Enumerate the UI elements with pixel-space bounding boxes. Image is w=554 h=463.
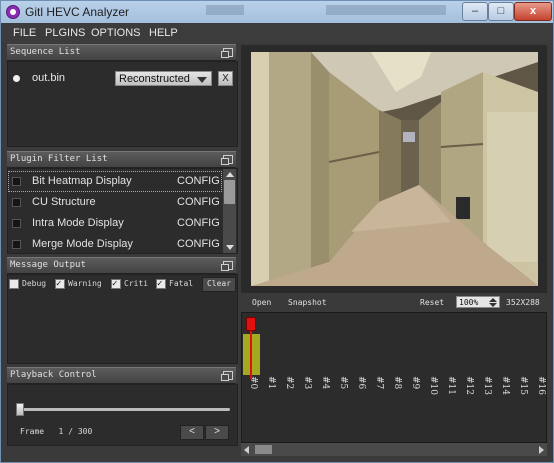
frame-slider-track[interactable] [18,408,230,411]
scrollbar-thumb[interactable] [224,180,235,204]
playback-control-body: Frame 1 / 300 < > [7,384,238,446]
total-frames: 300 [77,427,93,436]
frame-label[interactable]: #9 [410,376,420,389]
video-frame-image[interactable] [251,52,538,286]
background-window-blur [326,5,446,15]
frame-label[interactable]: #13 [482,376,492,395]
plugin-config-button[interactable]: CONFIG [177,175,220,187]
frame-label[interactable]: #11 [446,376,456,395]
prev-frame-button[interactable]: < [180,425,204,440]
scrollbar-thumb[interactable] [255,445,272,454]
spin-up-icon[interactable] [489,298,497,302]
close-button[interactable]: x [514,2,552,21]
frame-label[interactable]: #7 [374,376,384,389]
scroll-down-icon[interactable] [226,245,234,250]
message-output-header: Message Output [7,257,236,274]
plugin-checkbox[interactable] [12,177,21,186]
frame-label[interactable]: #1 [266,376,276,389]
plugin-checkbox[interactable] [12,219,21,228]
window-title: Gitl HEVC Analyzer [25,5,130,19]
background-window-blur [206,5,244,15]
title-bar[interactable]: Gitl HEVC Analyzer – □ x [1,1,553,23]
undock-icon[interactable] [221,261,233,271]
undock-icon[interactable] [221,155,233,165]
message-output-body: Debug Warning Criti Fatal Clear [7,274,238,364]
reset-zoom-button[interactable]: Reset [420,298,444,307]
playback-control-header: Playback Control [7,367,236,384]
plugin-filter-list-header: Plugin Filter List [7,151,236,168]
checkbox[interactable] [9,278,19,289]
frame-label[interactable]: #15 [518,376,528,395]
frame-label[interactable]: #10 [428,376,438,395]
plugin-row[interactable]: Merge Mode Display CONFIG [8,234,222,253]
sequence-name[interactable]: out.bin [32,72,65,84]
current-frame: 1 [58,427,64,436]
snapshot-button[interactable]: Snapshot [288,298,327,307]
menu-plugins[interactable]: PLGINS [45,27,85,39]
undock-icon[interactable] [221,48,233,58]
scroll-left-icon[interactable] [244,446,249,454]
checkbox[interactable] [55,277,65,291]
resolution-label: 352X288 [506,298,540,307]
frame-label[interactable]: #6 [356,376,366,389]
checkbox[interactable] [156,277,166,291]
plugin-filter-list-body: Bit Heatmap Display CONFIG CU Structure … [7,168,238,254]
bitstream-frame-chart[interactable]: #0 #1 #2 #3 #4 #5 #6 #7 #8 #9 #10 #11 #12 #13 #14 #15 #1… [241,312,547,443]
zoom-spinbox[interactable]: 100% [456,296,500,308]
plugin-checkbox[interactable] [12,240,21,249]
frame-counter: Frame 1 / 300 [20,427,93,436]
menu-help[interactable]: HELP [149,27,178,39]
open-button[interactable]: Open [252,298,271,307]
plugin-checkbox[interactable] [12,198,21,207]
menu-file[interactable]: FILE [13,27,36,39]
filter-critical[interactable]: Criti [111,277,148,291]
scroll-right-icon[interactable] [539,446,544,454]
checkbox[interactable] [111,277,121,291]
frame-label[interactable]: #2 [284,376,294,389]
frame-label[interactable]: #14 [500,376,510,395]
clear-button[interactable]: Clear [202,277,236,292]
frame-label[interactable]: #16 [536,376,546,395]
remove-sequence-button[interactable]: X [218,71,233,86]
frame-label[interactable]: #12 [464,376,474,395]
view-mode-dropdown[interactable]: Reconstructed [115,71,212,86]
frame-slider-handle[interactable] [16,403,24,416]
frame-label[interactable]: #3 [302,376,312,389]
app-window: Gitl HEVC Analyzer – □ x FILE PLGINS OPT… [0,0,554,463]
plugin-config-button[interactable]: CONFIG [177,217,220,229]
filter-warning[interactable]: Warning [55,277,102,291]
menu-options[interactable]: OPTIONS [91,27,141,39]
filter-debug[interactable]: Debug [9,277,46,291]
app-logo-icon [6,5,20,19]
minimize-button[interactable]: – [462,2,488,21]
maximize-button[interactable]: □ [488,2,514,21]
plugin-row[interactable]: Bit Heatmap Display CONFIG [8,171,222,192]
chevron-down-icon [197,77,207,83]
cursor-handle[interactable] [246,317,256,331]
bitstream-scrollbar[interactable] [241,443,547,456]
hallway-frame-svg [251,52,538,286]
sequence-list-body: out.bin Reconstructed X [7,61,238,147]
frame-label[interactable]: #8 [392,376,402,389]
menu-bar: FILE PLGINS OPTIONS HELP [1,23,553,43]
spin-down-icon[interactable] [489,303,497,307]
plugin-list-scrollbar[interactable] [223,169,236,253]
plugin-row[interactable]: CU Structure CONFIG [8,192,222,213]
next-frame-button[interactable]: > [205,425,229,440]
frame-label[interactable]: #5 [338,376,348,389]
plugin-row[interactable]: Intra Mode Display CONFIG [8,213,222,234]
sequence-list-header: Sequence List [7,44,236,61]
frame-label[interactable]: #4 [320,376,330,389]
plugin-config-button[interactable]: CONFIG [177,196,220,208]
message-log[interactable] [9,293,235,361]
plugin-config-button[interactable]: CONFIG [177,238,220,250]
scroll-up-icon[interactable] [226,172,234,177]
sequence-selected-radio[interactable] [13,75,20,82]
undock-icon[interactable] [221,371,233,381]
filter-fatal[interactable]: Fatal [156,277,193,291]
